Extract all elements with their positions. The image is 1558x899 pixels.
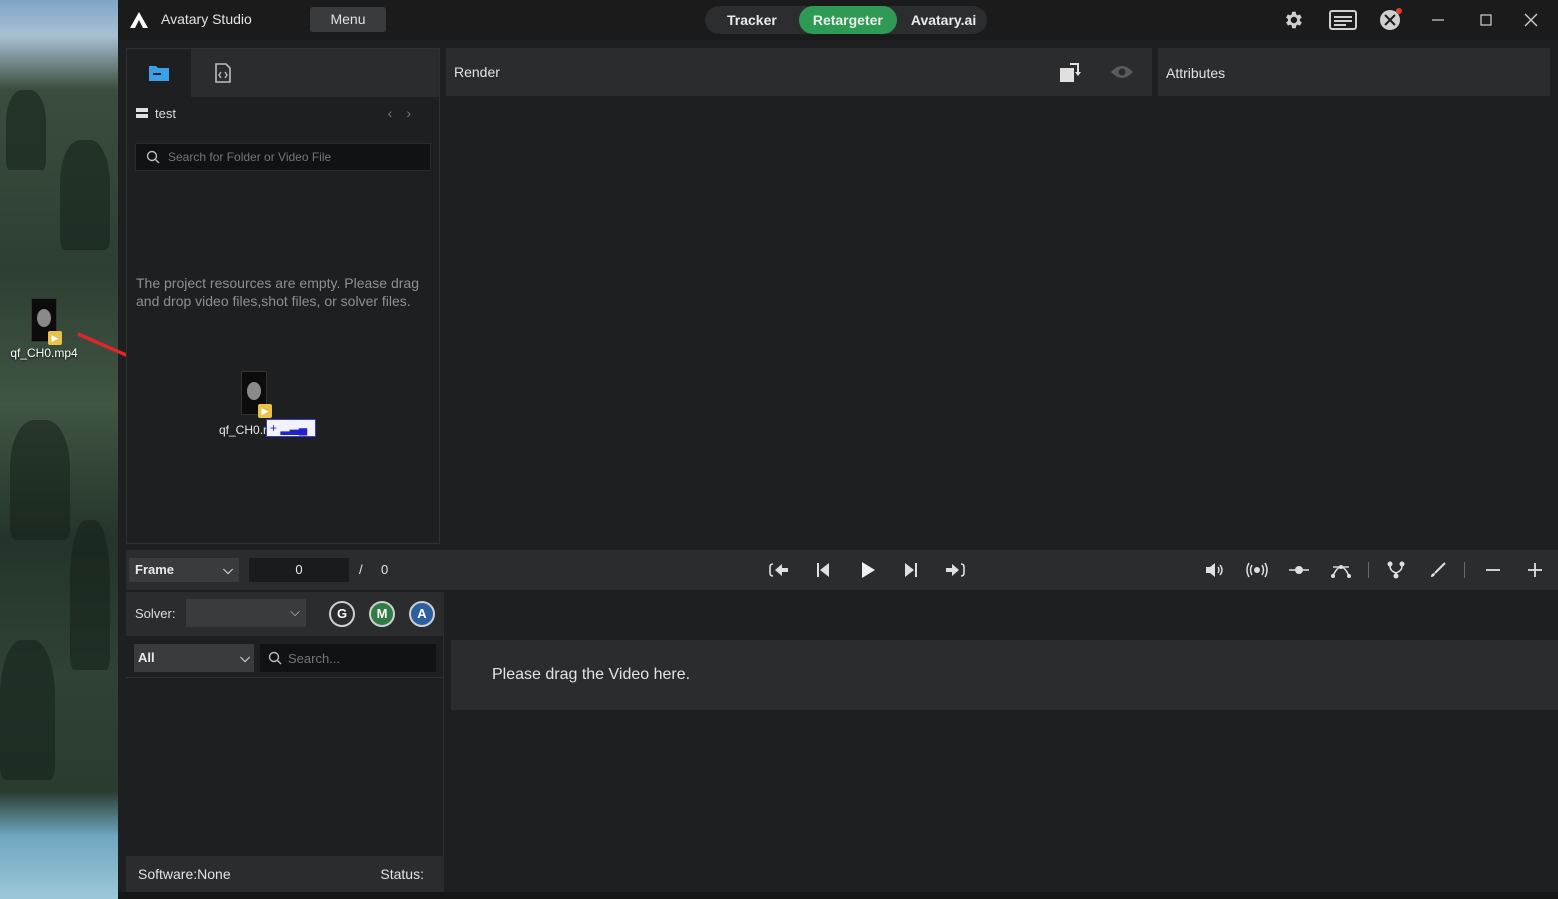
resources-panel: test ‹› The project resources are empty.… bbox=[126, 48, 440, 544]
frame-separator: / bbox=[359, 562, 363, 577]
frame-mode-select[interactable]: Frame ⌵ bbox=[129, 558, 239, 582]
chevron-down-icon: ⌵ bbox=[290, 604, 300, 619]
volume-icon[interactable] bbox=[1201, 558, 1229, 582]
chevron-left-icon[interactable]: ‹ bbox=[388, 105, 407, 121]
folder-nav: ‹› bbox=[388, 105, 425, 121]
toolbar-divider bbox=[1464, 562, 1465, 578]
video-drop-zone[interactable]: Please drag the Video here. bbox=[451, 640, 1558, 710]
app-root: ▶ qf_CH0.mp4 Avatary Studio Menu Tracker… bbox=[0, 0, 1558, 899]
solver-search bbox=[260, 644, 436, 672]
toolbar-divider bbox=[1368, 562, 1369, 578]
previous-frame-icon[interactable] bbox=[809, 558, 837, 582]
solver-search-input[interactable] bbox=[288, 650, 428, 666]
current-frame-input[interactable]: 0 bbox=[249, 558, 349, 582]
search-icon bbox=[268, 651, 282, 665]
filter-select[interactable]: All ⌵ bbox=[134, 644, 254, 672]
jump-to-end-icon[interactable] bbox=[940, 558, 968, 582]
menu-button[interactable]: Menu bbox=[310, 7, 386, 32]
software-status: Software:None bbox=[138, 866, 231, 882]
desktop-background: ▶ qf_CH0.mp4 bbox=[0, 0, 118, 899]
attributes-panel: Attributes bbox=[1158, 48, 1550, 544]
keyframe-icon[interactable] bbox=[1285, 558, 1313, 582]
resource-search-input[interactable] bbox=[168, 150, 408, 164]
solver-a-button[interactable]: A bbox=[409, 601, 435, 627]
status-bar: Software:None Status: bbox=[126, 856, 444, 892]
solver-g-button[interactable]: G bbox=[329, 601, 355, 627]
tab-avatary-ai[interactable]: Avatary.ai bbox=[897, 6, 990, 34]
broadcast-icon[interactable] bbox=[1243, 558, 1271, 582]
tab-retargeter[interactable]: Retargeter bbox=[798, 6, 897, 34]
attributes-title: Attributes bbox=[1166, 65, 1226, 81]
drop-message: Please drag the Video here. bbox=[492, 666, 691, 683]
tab-script-file[interactable] bbox=[191, 49, 255, 97]
app-title: Avatary Studio bbox=[161, 11, 252, 27]
video-thumbnail: ▶ bbox=[31, 298, 62, 345]
play-icon[interactable] bbox=[854, 558, 882, 582]
folder-name: test bbox=[155, 105, 176, 121]
rotate-view-icon[interactable] bbox=[1058, 60, 1084, 89]
solver-row: Solver: ⌵ G M A bbox=[126, 592, 444, 636]
empty-resources-message: The project resources are empty. Please … bbox=[136, 275, 419, 309]
video-drop-area: Please drag the Video here. bbox=[446, 592, 1558, 892]
solver-select[interactable]: ⌵ bbox=[186, 599, 306, 627]
attributes-header: Attributes bbox=[1158, 48, 1550, 96]
drag-ghost-file: ▶ qf_CH0.r + ▂▃▄ bbox=[219, 371, 319, 437]
tab-folder[interactable] bbox=[127, 49, 191, 97]
solver-m-button[interactable]: M bbox=[369, 601, 395, 627]
desktop-file-name: qf_CH0.mp4 bbox=[10, 346, 78, 360]
zoom-in-icon[interactable] bbox=[1521, 558, 1549, 582]
resource-search bbox=[135, 143, 431, 171]
curve-editor-icon[interactable] bbox=[1327, 558, 1355, 582]
message-icon[interactable] bbox=[1328, 9, 1358, 31]
chevron-down-icon: ⌵ bbox=[240, 650, 250, 665]
render-title: Render bbox=[454, 64, 500, 80]
filter-selected: All bbox=[138, 650, 155, 665]
solver-filter-row: All ⌵ bbox=[126, 638, 444, 678]
timeline-toolbar: Frame ⌵ 0 / 0 bbox=[126, 550, 1558, 590]
bottom-edge bbox=[118, 892, 1558, 899]
script-file-icon bbox=[215, 63, 231, 83]
drag-ghost-name: qf_CH0.r bbox=[219, 423, 268, 437]
solver-panel: Solver: ⌵ G M A All ⌵ bbox=[126, 592, 444, 892]
minimize-button[interactable] bbox=[1426, 8, 1450, 32]
total-frames: 0 bbox=[381, 562, 389, 577]
title-bar: Avatary Studio Menu Tracker Retargeter A… bbox=[118, 0, 1558, 40]
account-icon[interactable] bbox=[1378, 8, 1402, 31]
close-button[interactable] bbox=[1519, 8, 1543, 32]
maximize-button[interactable] bbox=[1474, 8, 1498, 32]
render-panel: Render bbox=[446, 48, 1152, 544]
avatary-logo-icon bbox=[130, 12, 148, 28]
eye-icon[interactable] bbox=[1110, 64, 1134, 85]
jump-to-start-icon[interactable] bbox=[766, 558, 794, 582]
chevron-down-icon: ⌵ bbox=[223, 562, 233, 577]
render-header: Render bbox=[446, 48, 1152, 96]
copy-plus-icon: + ▂▃▄ bbox=[266, 419, 316, 437]
current-folder: test ‹› bbox=[135, 101, 431, 125]
branch-icon[interactable] bbox=[1382, 558, 1410, 582]
video-play-badge-icon: ▶ bbox=[258, 404, 272, 418]
status-label: Status: bbox=[380, 866, 424, 882]
desktop-file-icon[interactable]: ▶ qf_CH0.mp4 bbox=[4, 298, 84, 360]
chevron-right-icon[interactable]: › bbox=[406, 105, 425, 121]
mode-switch: Tracker Retargeter Avatary.ai bbox=[705, 6, 987, 34]
solver-label: Solver: bbox=[135, 606, 176, 621]
tab-tracker[interactable]: Tracker bbox=[705, 6, 799, 34]
gear-icon[interactable] bbox=[1281, 9, 1305, 31]
zoom-out-icon[interactable] bbox=[1479, 558, 1507, 582]
folder-icon bbox=[149, 66, 169, 81]
brush-icon[interactable] bbox=[1424, 558, 1452, 582]
server-icon bbox=[136, 108, 148, 118]
resources-tabs bbox=[127, 49, 439, 97]
video-thumbnail: ▶ bbox=[241, 371, 272, 418]
search-icon bbox=[146, 150, 160, 164]
video-play-badge-icon: ▶ bbox=[48, 331, 62, 345]
frame-mode-value: Frame bbox=[135, 562, 175, 577]
next-frame-icon[interactable] bbox=[897, 558, 925, 582]
